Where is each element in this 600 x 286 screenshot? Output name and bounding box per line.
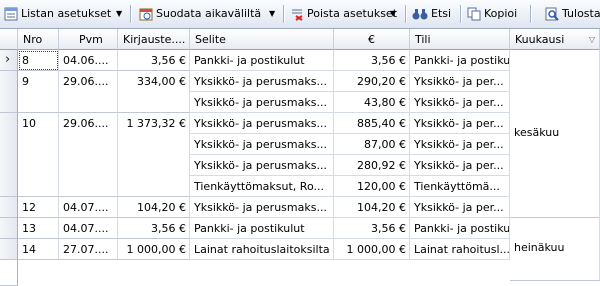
filter-icon[interactable]: ▽: [589, 29, 595, 49]
cell-tili[interactable]: Yksikkö- ja per...: [410, 92, 510, 113]
cell-euro[interactable]: 104,20 €: [334, 197, 410, 218]
chevron-down-icon: ▼: [269, 9, 276, 18]
cell-selite[interactable]: Yksikkö- ja perusmaks...: [190, 92, 334, 113]
cell-tili[interactable]: Yksikkö- ja per...: [410, 155, 510, 176]
toolbar-separator: [460, 5, 462, 23]
cell-pvm[interactable]: 04.07....: [59, 197, 118, 218]
column-header-kirjaus[interactable]: Kirjauste....: [118, 29, 190, 50]
print-preview-icon: [545, 7, 559, 21]
cell-euro[interactable]: 3,56 €: [334, 50, 410, 71]
cell-selite[interactable]: Pankki- ja postikulut: [190, 218, 334, 239]
copy-label: Kopioi: [484, 7, 518, 20]
cell-nro[interactable]: 10: [18, 113, 59, 197]
column-header-tili[interactable]: Tili: [410, 29, 510, 50]
cell-nro[interactable]: 9: [18, 71, 59, 113]
row-header-empty: [0, 260, 18, 286]
cell-pvm[interactable]: 29.06....: [59, 113, 118, 197]
cell-euro[interactable]: 120,00 €: [334, 176, 410, 197]
search-button[interactable]: Etsi: [412, 4, 456, 24]
list-settings-button[interactable]: Listan asetukset ▼: [4, 4, 124, 24]
row-header[interactable]: [0, 218, 18, 239]
cell-selite[interactable]: Tienkäyttömaksut, Ro...: [190, 176, 334, 197]
chevron-down-icon: ▼: [116, 9, 123, 18]
cell-kirjaus[interactable]: 334,00 €: [118, 71, 190, 113]
copy-icon: [467, 7, 481, 21]
row-header[interactable]: ›: [0, 50, 18, 71]
binoculars-icon: [412, 9, 428, 20]
cell-pvm[interactable]: 04.06....: [59, 50, 118, 71]
cell-euro[interactable]: 1 000,00 €: [334, 239, 410, 260]
search-label: Etsi: [431, 7, 452, 20]
cell-tili[interactable]: Pankki- ja postiku...: [410, 218, 510, 239]
clear-list-icon: [292, 9, 303, 21]
cell-selite[interactable]: Yksikkö- ja perusmaks...: [190, 71, 334, 92]
cell-selite[interactable]: Yksikkö- ja perusmaks...: [190, 197, 334, 218]
clear-settings-button[interactable]: Poista asetukset ▼: [290, 4, 400, 24]
row-header[interactable]: [0, 197, 18, 218]
cell-euro[interactable]: 885,40 €: [334, 113, 410, 134]
cell-selite[interactable]: Yksikkö- ja perusmaks...: [190, 134, 334, 155]
cell-nro[interactable]: 14: [18, 239, 59, 260]
cell-tili[interactable]: Yksikkö- ja per...: [410, 134, 510, 155]
clear-settings-label: Poista asetukset: [307, 7, 398, 20]
cell-euro[interactable]: 43,80 €: [334, 92, 410, 113]
current-row-indicator-icon: ›: [5, 52, 11, 67]
filter-period-label: Suodata aikaväliltä: [156, 7, 262, 20]
cell-kirjaus[interactable]: 104,20 €: [118, 197, 190, 218]
toolbar-separator: [530, 5, 532, 23]
cell-euro[interactable]: 87,00 €: [334, 134, 410, 155]
cell-nro[interactable]: 13: [18, 218, 59, 239]
toolbar-separator: [130, 5, 132, 23]
toolbar-separator: [405, 5, 407, 23]
calendar-icon: [139, 8, 153, 21]
cell-pvm[interactable]: 29.06....: [59, 71, 118, 113]
print-label: Tulosta: [562, 7, 600, 20]
toolbar-separator: [283, 5, 285, 23]
row-header[interactable]: [0, 239, 18, 260]
cell-kirjaus[interactable]: 3,56 €: [118, 218, 190, 239]
cell-kuukausi[interactable]: heinäkuu: [510, 218, 600, 281]
toolbar: Listan asetukset ▼ Suodata aikaväliltä ▼…: [0, 0, 600, 29]
transactions-grid: Nro Pvm Kirjauste.... Selite € Tili Kuuk…: [0, 29, 600, 286]
cell-kirjaus[interactable]: 3,56 €: [118, 50, 190, 71]
cell-tili[interactable]: Tienkäyttömä...: [410, 176, 510, 197]
cell-selite[interactable]: Lainat rahoituslaitoksilta: [190, 239, 334, 260]
cell-nro[interactable]: 12: [18, 197, 59, 218]
column-header-kuukausi-label: Kuukausi: [515, 33, 565, 46]
print-button[interactable]: Tulosta: [545, 4, 600, 24]
cell-selite[interactable]: Yksikkö- ja perusmaks...: [190, 155, 334, 176]
cell-kirjaus[interactable]: 1 000,00 €: [118, 239, 190, 260]
cell-tili[interactable]: Yksikkö- ja per...: [410, 113, 510, 134]
cell-pvm[interactable]: 04.07....: [59, 218, 118, 239]
cell-selite[interactable]: Yksikkö- ja perusmaks...: [190, 113, 334, 134]
row-header-corner: [0, 29, 18, 50]
cell-tili[interactable]: Lainat rahoitusl...: [410, 239, 510, 260]
cell-tili[interactable]: Yksikkö- ja per...: [410, 71, 510, 92]
cell-euro[interactable]: 3,56 €: [334, 218, 410, 239]
cell-kuukausi[interactable]: kesäkuu: [510, 50, 600, 218]
column-header-selite[interactable]: Selite: [190, 29, 334, 50]
filter-period-button[interactable]: Suodata aikaväliltä ▼: [139, 4, 279, 24]
copy-button[interactable]: Kopioi: [467, 4, 527, 24]
column-header-kuukausi[interactable]: Kuukausi ▽: [510, 29, 600, 50]
list-settings-label: Listan asetukset: [21, 7, 112, 20]
cell-kirjaus[interactable]: 1 373,32 €: [118, 113, 190, 197]
cell-selite[interactable]: Pankki- ja postikulut: [190, 50, 334, 71]
chevron-down-icon: ▼: [390, 9, 397, 18]
cell-pvm[interactable]: 27.07....: [59, 239, 118, 260]
cell-euro[interactable]: 290,20 €: [334, 71, 410, 92]
column-header-pvm[interactable]: Pvm: [59, 29, 118, 50]
cell-euro[interactable]: 280,92 €: [334, 155, 410, 176]
column-header-euro[interactable]: €: [334, 29, 410, 50]
list-settings-icon: [4, 7, 18, 21]
column-header-nro[interactable]: Nro: [18, 29, 59, 50]
cell-tili[interactable]: Yksikkö- ja per...: [410, 197, 510, 218]
row-header[interactable]: [0, 113, 18, 197]
row-header[interactable]: [0, 71, 18, 113]
cell-nro[interactable]: 8: [18, 50, 59, 71]
cell-tili[interactable]: Pankki- ja postiku...: [410, 50, 510, 71]
